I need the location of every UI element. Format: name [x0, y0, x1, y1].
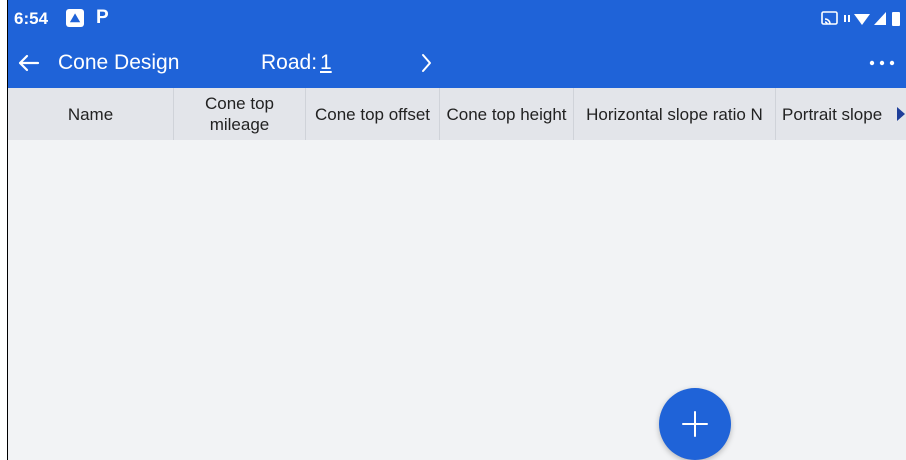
table-header: Name Cone top mileage Cone top offset Co… — [8, 88, 906, 140]
column-header-horizontal-slope-ratio[interactable]: Horizontal slope ratio N — [573, 88, 775, 140]
column-header-cone-top-offset[interactable]: Cone top offset — [305, 88, 439, 140]
status-bar: 6:54 ⛰ P — [8, 0, 906, 38]
wifi-icon — [854, 14, 870, 25]
battery-icon — [892, 12, 900, 26]
page-title: Cone Design — [58, 51, 180, 74]
mountain-photo-app-icon: ⛰ — [66, 9, 84, 27]
more-horizontal-icon[interactable] — [864, 51, 900, 75]
column-header-portrait-slope[interactable]: Portrait slope — [775, 88, 906, 140]
arrow-left-icon[interactable] — [14, 48, 44, 78]
plus-icon — [682, 411, 708, 437]
road-selector[interactable]: 1 — [320, 51, 332, 75]
data-arrows-icon — [844, 15, 850, 22]
cast-icon — [821, 11, 838, 25]
column-header-cone-top-mileage[interactable]: Cone top mileage — [173, 88, 305, 140]
status-time: 6:54 — [14, 9, 49, 28]
column-header-name[interactable]: Name — [8, 88, 173, 140]
app-screen: 6:54 ⛰ P Cone Design Road: 1 Name Cone t… — [8, 0, 906, 460]
chevron-right-icon[interactable] — [416, 51, 436, 75]
triangle-right-icon[interactable] — [896, 106, 906, 122]
app-bar: Cone Design Road: 1 — [8, 38, 906, 88]
status-icons — [821, 11, 900, 26]
p-app-icon: P — [96, 7, 109, 28]
road-label: Road: — [261, 51, 318, 74]
column-header-cone-top-height[interactable]: Cone top height — [439, 88, 573, 140]
signal-icon — [874, 12, 886, 25]
table-body — [8, 140, 906, 460]
add-button[interactable] — [659, 388, 731, 460]
